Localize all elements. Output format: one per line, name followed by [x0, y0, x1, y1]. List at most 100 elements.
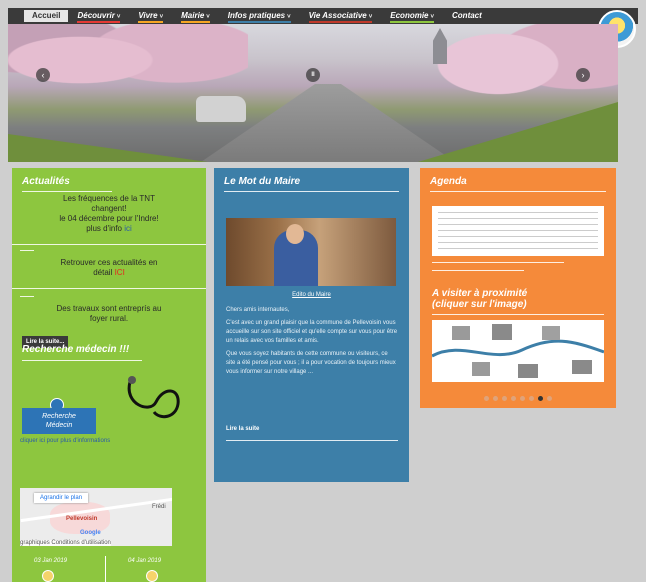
chevron-down-icon: ˅ [287, 14, 291, 20]
divider [22, 191, 112, 192]
visit-title-line: A visiter à proximité [432, 288, 528, 299]
recherche-medecin-badge[interactable]: Recherche Médecin [22, 408, 96, 434]
carousel-dot[interactable] [493, 396, 498, 401]
carousel-dot[interactable] [529, 396, 534, 401]
agenda-document-thumbnail[interactable] [432, 206, 604, 256]
news-link-ici[interactable]: ici [124, 224, 132, 233]
divider [226, 440, 398, 441]
visit-map-image[interactable] [432, 320, 604, 382]
news-text: Les fréquences de la TNT [63, 194, 155, 203]
hero-image-grass-left [8, 134, 208, 162]
nav-item-label: Infos pratiques [227, 11, 286, 20]
nav-item-underline [77, 21, 121, 23]
nav-item-label: Mairie [181, 11, 205, 20]
nav-item-3[interactable]: Mairie ˅ [172, 8, 219, 24]
maire-caption-link[interactable]: Edito du Maire [214, 292, 409, 298]
doc-line [438, 230, 598, 231]
divider [12, 288, 206, 289]
chevron-down-icon: ˅ [430, 14, 435, 20]
nav-item-label: Accueil [32, 11, 61, 20]
news-text: plus d'info ici [12, 224, 206, 234]
divider [430, 191, 606, 192]
map-label: Frédi [152, 504, 166, 510]
divider [20, 250, 34, 251]
event-date: 03 Jan 2019 [34, 558, 68, 564]
chevron-down-icon: ˅ [116, 14, 121, 20]
carousel-dot[interactable] [520, 396, 525, 401]
maire-paragraph: Que vous soyez habitants de cette commun… [226, 351, 396, 375]
event-icon[interactable] [146, 570, 158, 582]
event-date: 04 Jan 2019 [128, 558, 162, 564]
badge-text: Recherche [42, 413, 76, 420]
news-text: détail ICI [12, 268, 206, 278]
news-item-details: Retrouver ces actualités en détail ICI [12, 258, 206, 278]
nav-item-6[interactable]: Economie ˅ [381, 8, 443, 24]
news-item-travaux: Des travaux sont entreprís au foyer rura… [12, 304, 206, 324]
map-town-label: Pellevoisin [66, 516, 98, 522]
carousel-dot[interactable] [538, 396, 543, 401]
carousel-dot[interactable] [547, 396, 552, 401]
top-navigation-bar: Accueil Découvrir ˅ Vivre ˅ Mairie ˅ Infos prat… [8, 8, 638, 24]
doc-line [438, 212, 598, 213]
maire-paragraph: Chers amis internautes, [226, 307, 290, 313]
divider [432, 314, 604, 315]
nav-item-4[interactable]: Infos pratiques ˅ [219, 8, 300, 24]
divider [432, 270, 524, 271]
carousel-dot[interactable] [511, 396, 516, 401]
maire-text: Chers amis internautes, C'est avec un gra… [226, 306, 398, 381]
google-map[interactable]: Agrandir le plan Pellevoisin Frédi Googl… [20, 488, 172, 546]
divider [224, 191, 399, 192]
nav-item-5[interactable]: Vie Associative ˅ [300, 8, 382, 24]
doc-line [438, 248, 598, 249]
event-icon[interactable] [42, 570, 54, 582]
divider [12, 244, 206, 245]
nav-item-label: Vivre [138, 11, 158, 20]
map-footer: graphiques Conditions d'utilisation [20, 540, 111, 546]
maire-paragraph: C'est avec un grand plaisir que la commu… [226, 320, 398, 344]
maire-read-more-link[interactable]: Lire la suite [226, 426, 259, 432]
news-text: Des travaux sont entreprís au [56, 304, 162, 313]
carousel-dot[interactable] [502, 396, 507, 401]
doc-line [438, 218, 598, 219]
nav-item-label: Economie [390, 11, 429, 20]
mot-du-maire-column: Le Mot du Maire Edito du Maire Chers ami… [214, 168, 409, 482]
divider [105, 556, 106, 582]
stethoscope-icon[interactable] [120, 374, 192, 424]
chevron-down-icon: ˅ [206, 14, 210, 20]
divider [20, 296, 34, 297]
chevron-down-icon: ˅ [159, 14, 164, 20]
news-item-tnt: Les fréquences de la TNT changent! le 04… [12, 194, 206, 234]
news-text: changent! [91, 204, 127, 213]
nav-item-1[interactable]: Découvrir ˅ [68, 8, 129, 24]
enlarge-map-button[interactable]: Agrandir le plan [34, 493, 89, 503]
badge-text: Médecin [45, 422, 73, 429]
visit-title-line: (cliquer sur l'image) [432, 299, 527, 310]
medecin-info-link[interactable]: cliquer ici pour plus d'informations [20, 438, 110, 444]
visit-title: A visiter à proximité (cliquer sur l'ima… [432, 288, 527, 310]
hero-slideshow: ‹ II › [8, 24, 618, 162]
carousel-dot[interactable] [484, 396, 489, 401]
news-text: le 04 décembre pour l'Indre! [59, 214, 159, 223]
news-text: foyer rural. [89, 314, 129, 323]
divider [432, 262, 564, 263]
main-menu: Accueil Découvrir ˅ Vivre ˅ Mairie ˅ Infos prat… [8, 8, 638, 24]
slideshow-prev-button[interactable]: ‹ [36, 68, 50, 82]
agenda-column: Agenda A visiter à proximité (cliquer su… [420, 168, 616, 408]
news-text: plus d'info [86, 224, 125, 233]
slideshow-next-button[interactable]: › [576, 68, 590, 82]
agenda-title: Agenda [430, 176, 467, 187]
nav-item-label: Découvrir [77, 11, 115, 20]
medecin-title: Recherche médecin !!! [22, 344, 130, 355]
nav-item-7[interactable]: Contact [443, 8, 491, 24]
slideshow-pause-button[interactable]: II [306, 68, 320, 82]
region-map-drawing [432, 324, 604, 378]
nav-item-0[interactable]: Accueil [24, 10, 69, 22]
nav-item-underline [227, 21, 291, 23]
news-text: détail [93, 268, 115, 277]
actualites-column: Actualités Les fréquences de la TNT chan… [12, 168, 206, 582]
chevron-down-icon: ˅ [368, 14, 373, 20]
doc-line [438, 224, 598, 225]
nav-item-2[interactable]: Vivre ˅ [129, 8, 172, 24]
maire-photo[interactable] [226, 218, 396, 286]
news-link-ICI[interactable]: ICI [115, 268, 125, 277]
